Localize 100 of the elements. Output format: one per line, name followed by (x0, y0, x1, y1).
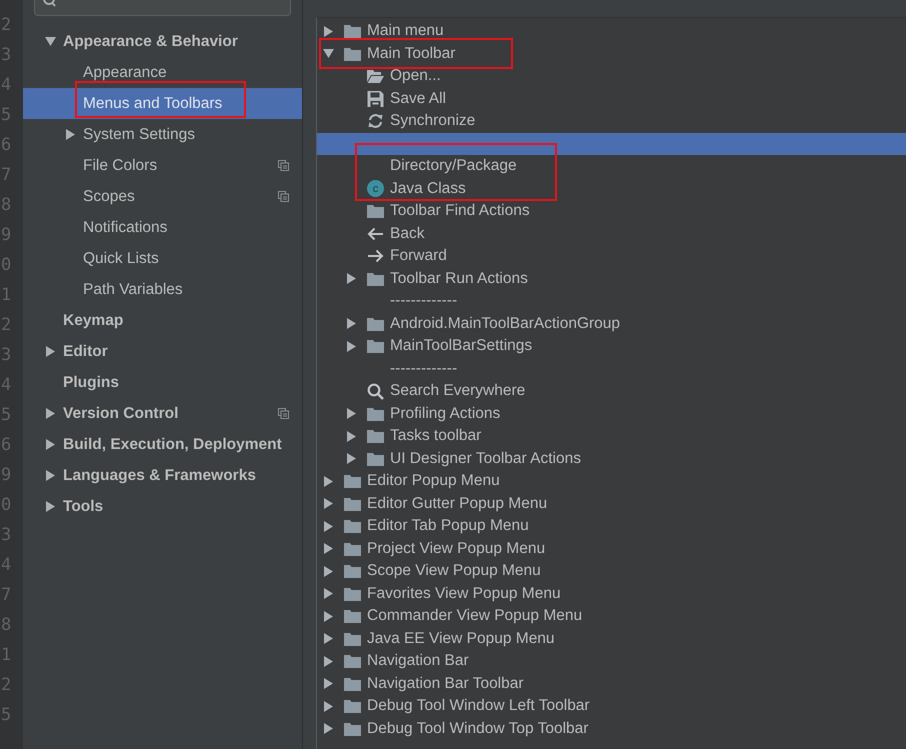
tree-item[interactable]: Open... (317, 65, 906, 88)
settings-item[interactable]: Notifications (23, 212, 302, 243)
settings-item[interactable]: Tools (23, 491, 302, 522)
separator-item[interactable]: ------------- (317, 290, 906, 312)
tree-item[interactable]: Debug Tool Window Left Toolbar (317, 695, 906, 718)
folder-icon (367, 204, 384, 218)
collapsed-arrow-icon[interactable] (323, 633, 334, 644)
collapsed-arrow-icon[interactable] (346, 430, 357, 442)
collapsed-arrow-icon[interactable] (346, 273, 357, 284)
folder-icon (344, 699, 361, 714)
collapsed-arrow-icon[interactable] (323, 498, 334, 510)
tree-item[interactable]: Project View Popup Menu (317, 538, 906, 560)
collapsed-arrow-icon[interactable] (346, 453, 357, 464)
collapsed-arrow-icon[interactable] (323, 656, 334, 667)
settings-item[interactable]: Appearance & Behavior (23, 26, 302, 57)
folder-icon (367, 316, 384, 331)
settings-item[interactable]: Keymap (23, 305, 302, 336)
collapsed-arrow-icon[interactable] (323, 588, 334, 600)
tree-item[interactable]: c Java Class (317, 178, 906, 200)
collapsed-arrow-icon[interactable] (45, 439, 56, 450)
collapsed-arrow-icon[interactable] (323, 543, 334, 554)
tree-item[interactable]: Favorites View Popup Menu (317, 582, 906, 605)
collapsed-arrow-icon[interactable] (323, 476, 334, 487)
folder-icon (344, 632, 361, 646)
search-icon (367, 382, 384, 400)
open-folder-icon (367, 69, 384, 84)
tree-item[interactable]: Editor Tab Popup Menu (317, 515, 906, 538)
settings-item[interactable]: Plugins (23, 367, 302, 398)
collapsed-arrow-icon[interactable] (323, 566, 334, 577)
tree-item[interactable]: Main menu (317, 20, 906, 42)
collapsed-arrow-icon[interactable] (45, 470, 56, 481)
collapsed-arrow-icon[interactable] (45, 408, 56, 419)
collapsed-arrow-icon[interactable] (346, 408, 357, 420)
settings-item[interactable]: Appearance (23, 57, 302, 88)
folder-icon (367, 406, 384, 421)
settings-item[interactable]: Quick Lists (23, 243, 302, 274)
tree-item[interactable]: Navigation Bar Toolbar (317, 672, 906, 695)
search-field[interactable] (34, 0, 291, 16)
settings-item[interactable]: Menus and Toolbars (23, 88, 302, 119)
tree-item[interactable]: UI Designer Toolbar Actions (317, 448, 906, 470)
tree-item[interactable]: Commander View Popup Menu (317, 605, 906, 628)
collapsed-arrow-icon[interactable] (323, 700, 334, 712)
settings-item[interactable]: Build, Execution, Deployment (23, 429, 302, 460)
left-arrow-icon (367, 226, 384, 241)
tree-item[interactable]: Scope View Popup Menu (317, 560, 906, 582)
tree-item[interactable]: Forward (317, 245, 906, 268)
collapsed-arrow-icon[interactable] (323, 678, 334, 690)
tree-item[interactable]: Debug Tool Window Top Toolbar (317, 718, 906, 740)
folder-icon (344, 542, 361, 556)
tree-item[interactable]: Save All (317, 88, 906, 110)
tree-item[interactable]: MainToolBarSettings (317, 335, 906, 358)
settings-item[interactable]: Editor (23, 336, 302, 367)
tree-item[interactable]: Editor Gutter Popup Menu (317, 492, 906, 515)
class-icon: c (367, 180, 384, 198)
tree-item[interactable]: Directory/Package (317, 155, 906, 178)
expanded-arrow-icon[interactable] (45, 36, 56, 47)
tree-item[interactable]: Android.MainToolBarActionGroup (317, 312, 906, 335)
settings-item[interactable]: System Settings (23, 119, 302, 150)
expanded-arrow-icon[interactable] (323, 48, 334, 60)
tree-item[interactable]: Java EE View Popup Menu (317, 628, 906, 650)
folder-icon (344, 676, 361, 691)
collapsed-arrow-icon[interactable] (346, 340, 357, 352)
tree-item[interactable]: Profiling Actions (317, 402, 906, 425)
folder-icon (344, 722, 361, 736)
collapsed-arrow-icon[interactable] (323, 610, 334, 622)
collapsed-arrow-icon[interactable] (65, 129, 76, 140)
settings-item[interactable]: Languages & Frameworks (23, 460, 302, 491)
folder-icon (344, 654, 361, 668)
collapsed-arrow-icon[interactable] (323, 520, 334, 532)
collapsed-arrow-icon[interactable] (346, 318, 357, 330)
folder-icon (344, 586, 361, 601)
tree-item[interactable]: Tasks toolbar (317, 425, 906, 448)
collapsed-arrow-icon[interactable] (323, 723, 334, 734)
tree-item[interactable]: Toolbar Find Actions (317, 200, 906, 222)
settings-item[interactable]: Scopes (23, 181, 302, 212)
sync-icon (367, 113, 384, 130)
right-arrow-icon (367, 249, 384, 264)
tree-item[interactable]: Main Toolbar (317, 42, 906, 65)
tree-item[interactable]: Editor Popup Menu (317, 470, 906, 492)
folder-icon (344, 46, 361, 61)
folder-icon (344, 564, 361, 578)
folder-icon (344, 519, 361, 534)
tree-item[interactable]: Synchronize (317, 110, 906, 132)
folder-icon (344, 609, 361, 624)
settings-item[interactable]: File Colors (23, 150, 302, 181)
collapsed-arrow-icon[interactable] (45, 346, 56, 357)
collapsed-arrow-icon[interactable] (45, 501, 56, 512)
folder-icon (344, 496, 361, 511)
folder-icon (344, 24, 361, 38)
search-icon (43, 0, 57, 8)
tree-item[interactable]: Search Everywhere (317, 380, 906, 402)
tree-item[interactable]: Back (317, 222, 906, 245)
tree-item[interactable]: Toolbar Run Actions (317, 268, 906, 290)
settings-item[interactable]: Version Control (23, 398, 302, 429)
folder-icon (344, 474, 361, 488)
collapsed-arrow-icon[interactable] (323, 26, 334, 37)
folder-icon (367, 339, 384, 354)
tree-item[interactable]: Navigation Bar (317, 650, 906, 672)
settings-item[interactable]: Path Variables (23, 274, 302, 305)
separator-item[interactable]: ------------- (317, 358, 906, 380)
